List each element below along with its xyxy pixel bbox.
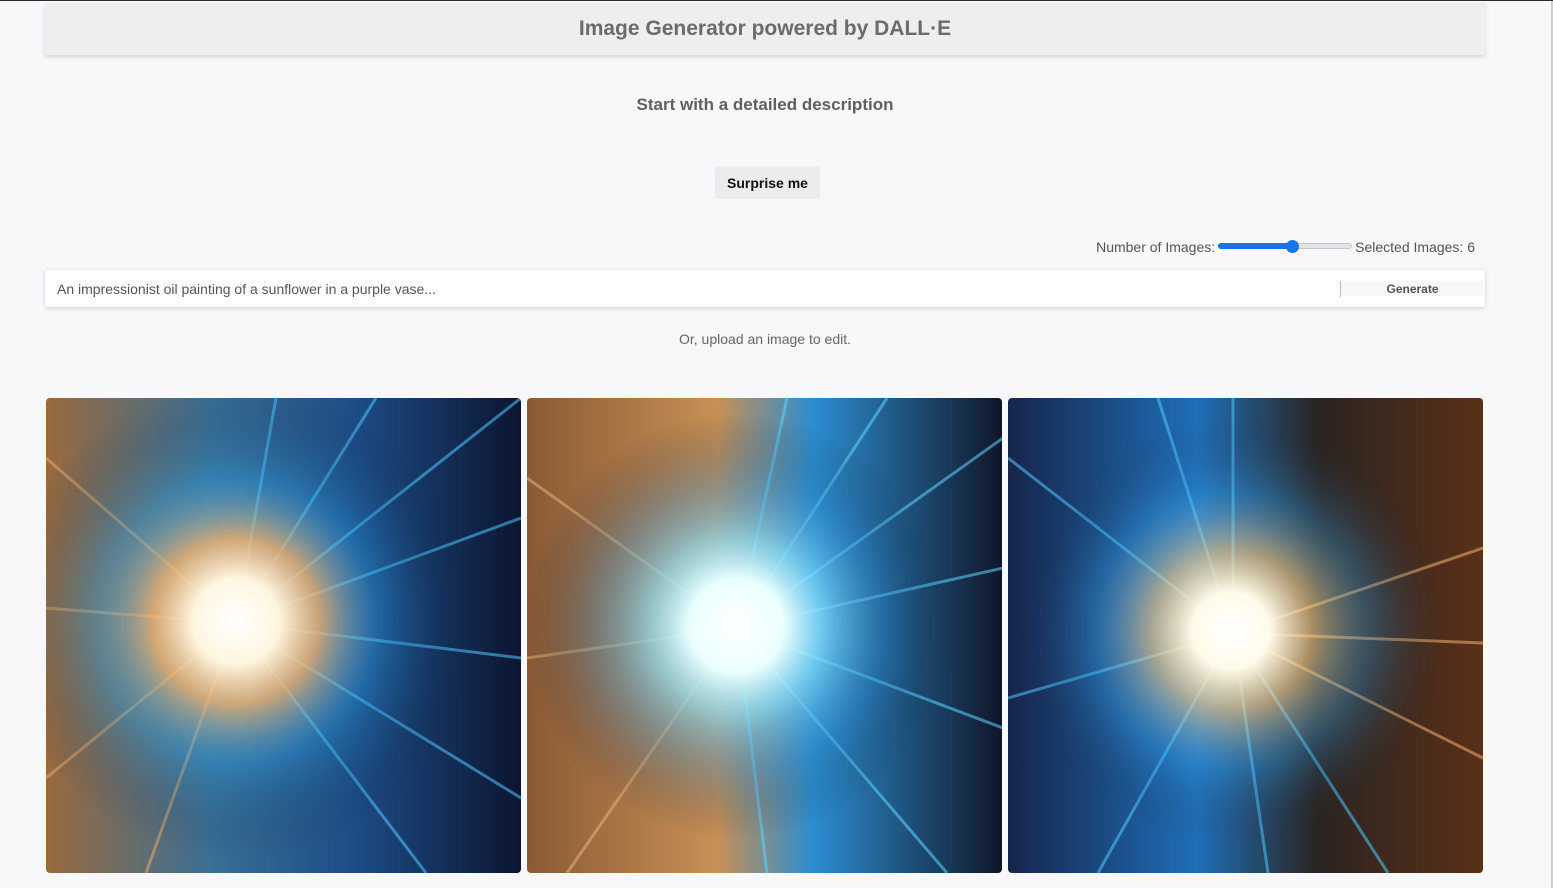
selected-images-label: Selected Images: 6 [1355, 239, 1475, 255]
generated-image-2[interactable] [527, 398, 1002, 873]
slider-fill [1218, 243, 1293, 249]
prompt-bar: Generate [45, 270, 1485, 307]
generate-button[interactable]: Generate [1341, 281, 1484, 296]
upload-image-link[interactable]: Or, upload an image to edit. [0, 331, 1530, 347]
generated-image-1[interactable] [46, 398, 521, 873]
image-count-slider[interactable] [1218, 237, 1353, 257]
slider-thumb[interactable] [1286, 240, 1300, 253]
page-title: Image Generator powered by DALL·E [578, 17, 952, 40]
light-burst-image [1008, 398, 1483, 873]
light-burst-image [527, 398, 1002, 873]
app-header: Image Generator powered by DALL·E [45, 3, 1485, 55]
description-heading: Start with a detailed description [636, 95, 894, 114]
number-of-images-label: Number of Images: [1096, 239, 1216, 255]
prompt-input[interactable] [45, 270, 1340, 307]
image-count-control: Number of Images: Selected Images: 6 [1096, 237, 1475, 257]
light-burst-image [46, 398, 521, 873]
image-gallery [46, 398, 1483, 873]
generated-image-3[interactable] [1008, 398, 1483, 873]
surprise-me-button[interactable]: Surprise me [715, 166, 820, 199]
